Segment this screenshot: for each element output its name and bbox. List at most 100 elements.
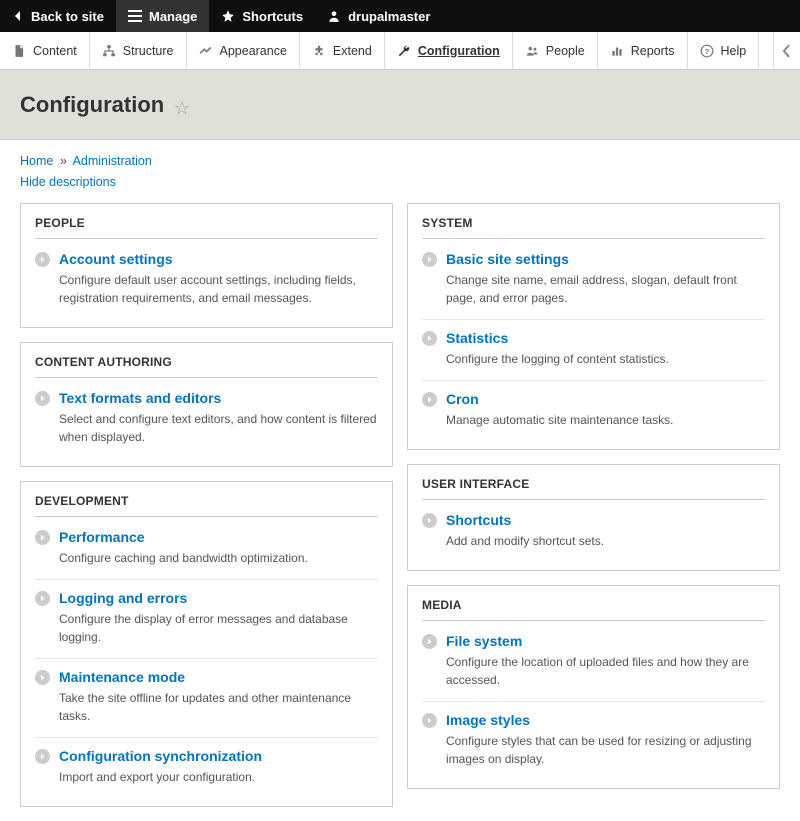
panel-title: DEVELOPMENT xyxy=(35,494,378,517)
config-desc: Manage automatic site maintenance tasks. xyxy=(446,411,765,429)
panel-title: SYSTEM xyxy=(422,216,765,239)
config-link[interactable]: Configuration synchronization xyxy=(59,748,262,764)
col-right: SYSTEMBasic site settingsChange site nam… xyxy=(407,203,780,789)
chevron-left-icon xyxy=(782,44,792,58)
help-icon: ? xyxy=(700,44,714,58)
config-link[interactable]: Statistics xyxy=(446,330,508,346)
breadcrumb-home[interactable]: Home xyxy=(20,154,53,168)
config-link[interactable]: Cron xyxy=(446,391,479,407)
tab-extend[interactable]: Extend xyxy=(300,32,385,69)
reports-icon xyxy=(610,44,624,58)
tab-reports[interactable]: Reports xyxy=(598,32,688,69)
toolbar-top: Back to site Manage Shortcuts drupalmast… xyxy=(0,0,800,32)
config-entry: Logging and errors Configure the display … xyxy=(35,580,378,659)
arrow-right-icon xyxy=(35,530,50,545)
config-entry: Shortcuts Add and modify shortcut sets. xyxy=(422,502,765,562)
config-link[interactable]: Basic site settings xyxy=(446,251,569,267)
config-entry: Account settings Configure default user a… xyxy=(35,241,378,319)
user-icon xyxy=(327,9,341,23)
appearance-icon xyxy=(199,44,213,58)
svg-text:?: ? xyxy=(704,46,709,55)
arrow-right-icon xyxy=(35,591,50,606)
col-left: PEOPLE Account settings Configure default … xyxy=(20,203,393,807)
favorite-star-icon[interactable]: ☆ xyxy=(174,98,190,118)
panel-title: USER INTERFACE xyxy=(422,477,765,500)
config-entry: Maintenance mode Take the site offline fo… xyxy=(35,659,378,738)
config-link[interactable]: Account settings xyxy=(59,251,173,267)
arrow-right-icon xyxy=(422,513,437,528)
hide-descriptions[interactable]: Hide descriptions xyxy=(20,175,116,189)
config-entry: Cron Manage automatic site maintenance ta… xyxy=(422,381,765,441)
chevron-left-icon xyxy=(12,10,24,22)
config-desc: Configure the display of error messages … xyxy=(59,610,378,646)
config-panel: SYSTEMBasic site settingsChange site nam… xyxy=(407,203,780,450)
config-panel: USER INTERFACE Shortcuts Add and modify sh… xyxy=(407,464,780,571)
config-link[interactable]: Text formats and editors xyxy=(59,390,221,406)
config-panel: PEOPLE Account settings Configure default … xyxy=(20,203,393,328)
wrench-icon xyxy=(397,44,411,58)
config-link[interactable]: Logging and errors xyxy=(59,590,187,606)
panel-title: MEDIA xyxy=(422,598,765,621)
back-label: Back to site xyxy=(31,9,104,24)
tab-appearance[interactable]: Appearance xyxy=(187,32,300,69)
config-panel: CONTENT AUTHORINGText formats and editor… xyxy=(20,342,393,467)
page-title: Configuration xyxy=(20,92,164,118)
config-link[interactable]: File system xyxy=(446,633,522,649)
toolbar-toggle[interactable] xyxy=(774,32,800,69)
config-entry: Basic site settingsChange site name, ema… xyxy=(422,241,765,320)
config-desc: Take the site offline for updates and ot… xyxy=(59,689,378,725)
config-panel: MEDIA File system Configure the location o… xyxy=(407,585,780,789)
config-entry: Performance Configure caching and bandwid… xyxy=(35,519,378,580)
tab-help[interactable]: ? Help xyxy=(688,32,760,69)
config-desc: Configure caching and bandwidth optimiza… xyxy=(59,549,378,567)
config-desc: Select and configure text editors, and h… xyxy=(59,410,378,446)
config-entry: Statistics Configure the logging of conte… xyxy=(422,320,765,381)
page-title-area: Configuration ☆ xyxy=(0,70,800,140)
config-link[interactable]: Maintenance mode xyxy=(59,669,185,685)
arrow-right-icon xyxy=(35,670,50,685)
manage[interactable]: Manage xyxy=(116,0,209,32)
arrow-right-icon xyxy=(422,252,437,267)
arrow-right-icon xyxy=(35,391,50,406)
tab-content[interactable]: Content xyxy=(0,32,90,69)
config-entry: Image stylesConfigure styles that can be… xyxy=(422,702,765,780)
config-entry: Text formats and editors Select and confi… xyxy=(35,380,378,458)
breadcrumb-admin[interactable]: Administration xyxy=(73,154,152,168)
config-desc: Configure the logging of content statist… xyxy=(446,350,765,368)
config-panel: DEVELOPMENT Performance Configure caching … xyxy=(20,481,393,807)
extend-icon xyxy=(312,44,326,58)
config-desc: Import and export your configuration. xyxy=(59,768,378,786)
config-desc: Add and modify shortcut sets. xyxy=(446,532,765,550)
arrow-right-icon xyxy=(35,252,50,267)
star-icon xyxy=(221,9,235,23)
arrow-right-icon xyxy=(422,331,437,346)
user-label: drupalmaster xyxy=(348,9,430,24)
tab-structure[interactable]: Structure xyxy=(90,32,187,69)
panel-title: CONTENT AUTHORING xyxy=(35,355,378,378)
config-desc: Configure default user account settings,… xyxy=(59,271,378,307)
arrow-right-icon xyxy=(422,634,437,649)
config-entry: File system Configure the location of upl… xyxy=(422,623,765,702)
shortcuts[interactable]: Shortcuts xyxy=(209,0,315,32)
config-desc: Configure the location of uploaded files… xyxy=(446,653,765,689)
config-entry: Configuration synchronization Import and … xyxy=(35,738,378,798)
manage-label: Manage xyxy=(149,9,197,24)
tab-configuration[interactable]: Configuration xyxy=(385,32,513,69)
structure-icon xyxy=(102,44,116,58)
tab-people[interactable]: People xyxy=(513,32,598,69)
people-icon xyxy=(525,44,539,58)
back-to-site[interactable]: Back to site xyxy=(0,0,116,32)
arrow-right-icon xyxy=(422,392,437,407)
toolbar-admin: Content Structure Appearance Extend Conf… xyxy=(0,32,800,70)
hamburger-icon xyxy=(128,10,142,22)
arrow-right-icon xyxy=(35,749,50,764)
config-columns: PEOPLE Account settings Configure default … xyxy=(20,203,780,807)
shortcuts-label: Shortcuts xyxy=(242,9,303,24)
config-desc: Configure styles that can be used for re… xyxy=(446,732,765,768)
panel-title: PEOPLE xyxy=(35,216,378,239)
breadcrumb: Home » Administration xyxy=(20,154,780,168)
document-icon xyxy=(12,44,26,58)
config-link[interactable]: Shortcuts xyxy=(446,512,511,528)
config-link[interactable]: Performance xyxy=(59,529,145,545)
user-menu[interactable]: drupalmaster xyxy=(315,0,442,32)
